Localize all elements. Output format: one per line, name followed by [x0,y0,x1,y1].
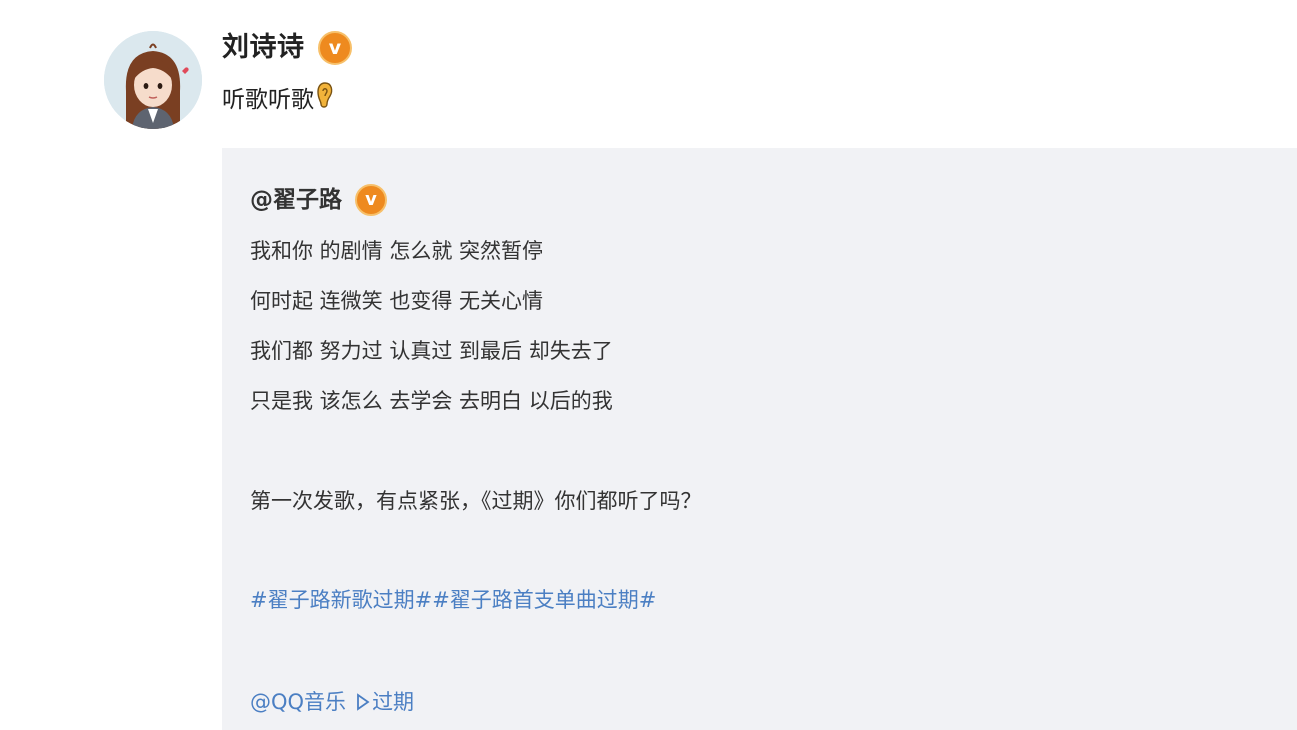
author-name[interactable]: 刘诗诗 [222,29,305,67]
repost-message: 第一次发歌，有点紧张，《过期》你们都听了吗？ [250,489,702,513]
song-link[interactable]: 过期 [372,690,414,714]
weibo-post: 刘诗诗 v 听歌听歌 @翟子路 v 我和你 的剧情 怎么就 突然暂停 何时起 连… [0,0,1297,730]
ear-icon [316,81,334,120]
verified-badge-icon: v [318,31,352,65]
repost-author-name[interactable]: @翟子路 [250,182,342,218]
post-text: 听歌听歌 [222,81,334,117]
post-text-content: 听歌听歌 [222,87,314,113]
lyric-line: 何时起 连微笑 也变得 无关心情 [250,289,544,313]
lyric-line: 只是我 该怎么 去学会 去明白 以后的我 [250,389,613,413]
verified-badge-icon: v [355,184,387,216]
lyric-line: 我们都 努力过 认真过 到最后 却失去了 [250,339,613,363]
avatar-illustration [104,31,202,129]
mention-link[interactable]: @QQ音乐 [250,690,346,714]
lyric-line: 我和你 的剧情 怎么就 突然暂停 [250,239,544,263]
repost-card[interactable]: @翟子路 v 我和你 的剧情 怎么就 突然暂停 何时起 连微笑 也变得 无关心情… [222,148,1297,730]
music-link-row: @QQ音乐 过期 [250,685,414,719]
topic-hashtags[interactable]: #翟子路新歌过期##翟子路首支单曲过期# [250,583,656,617]
avatar[interactable] [104,31,202,129]
play-icon [356,687,370,721]
